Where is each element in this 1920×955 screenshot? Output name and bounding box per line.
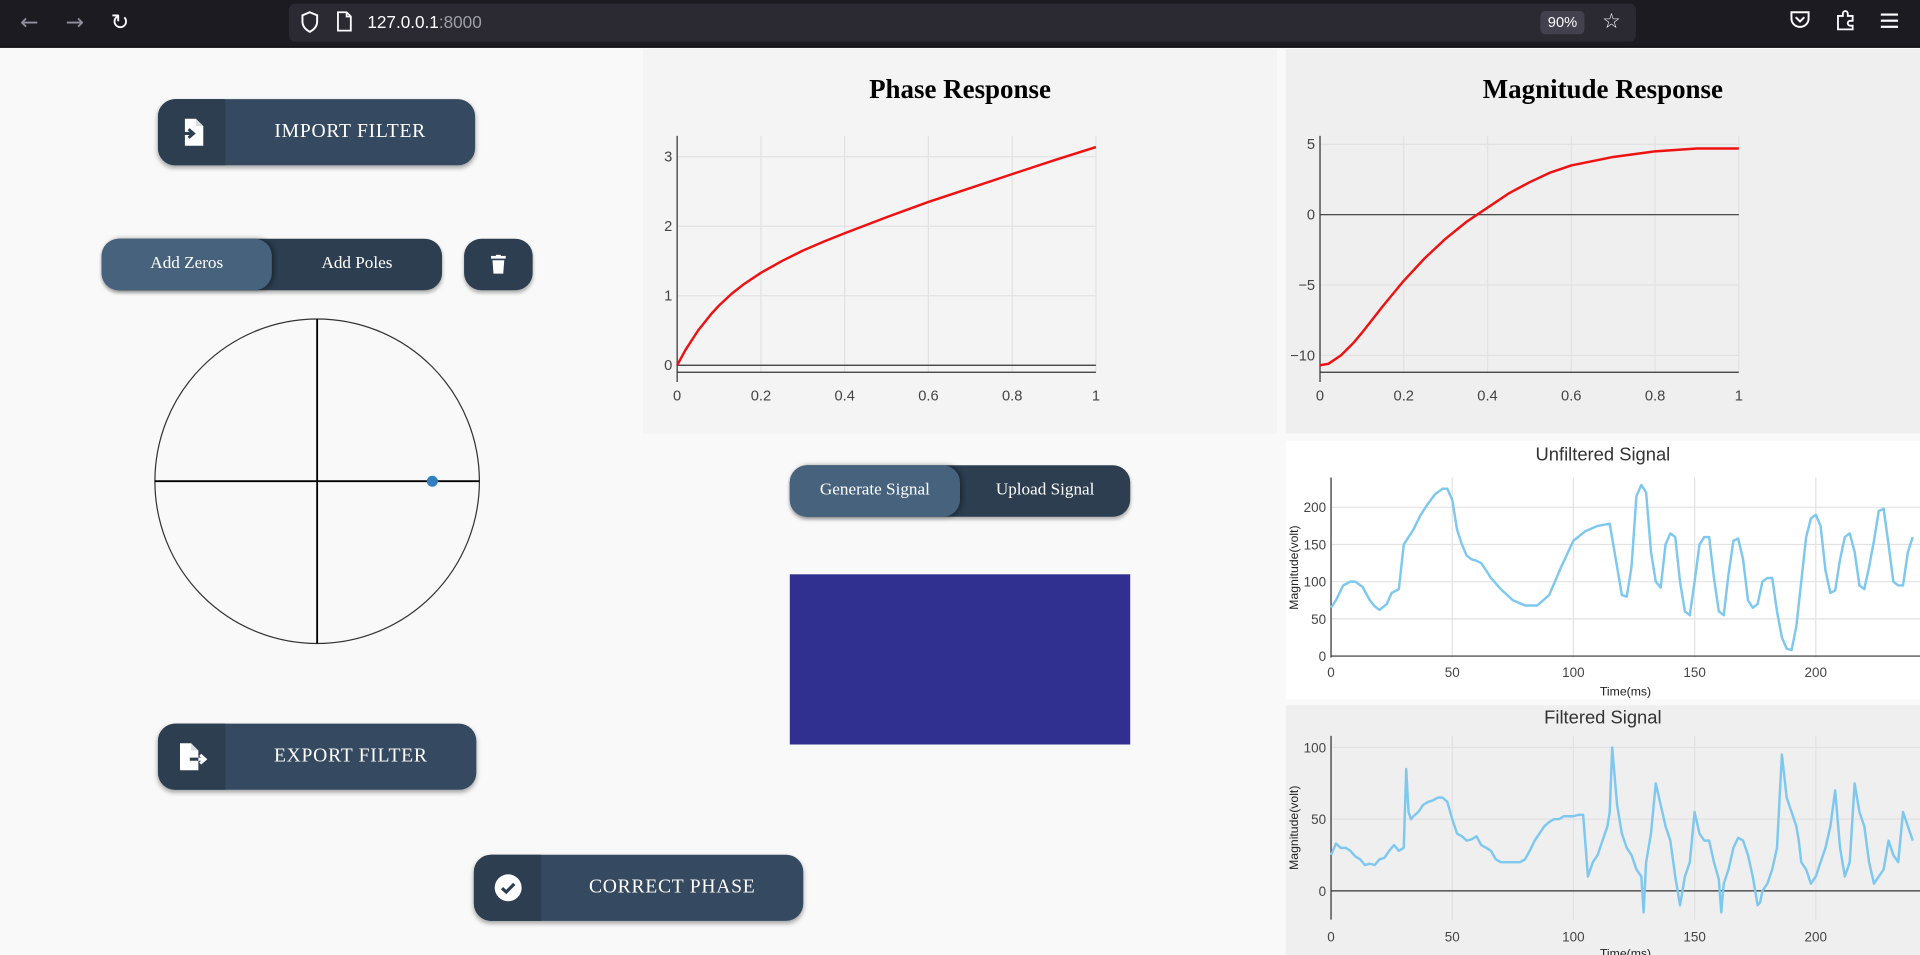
upload-signal-button[interactable]: Upload Signal: [960, 465, 1130, 516]
magnitude-ytick-label: 5: [1307, 137, 1315, 153]
signal-source-toggle: Generate Signal Upload Signal: [789, 465, 1131, 517]
phase-xtick-label: 0.4: [834, 388, 854, 404]
filtered-signal-chart[interactable]: 0 50 100 150 200 0 50 100 Time(ms) Magnitude(volt…: [1286, 705, 1920, 955]
unfiltered-ytick-label: 100: [1304, 575, 1326, 590]
export-filter-cap: [157, 723, 226, 790]
magnitude-xtick-label: 0.6: [1561, 388, 1581, 404]
back-icon[interactable]: ←: [15, 9, 44, 38]
file-import-icon: [158, 99, 225, 165]
export-filter-label: EXPORT FILTER: [273, 745, 428, 767]
phase-ytick-label: 3: [664, 150, 672, 166]
unfiltered-xtick-label: 200: [1805, 665, 1827, 680]
trash-icon: [491, 254, 506, 274]
page-icon[interactable]: [333, 11, 355, 33]
phase-xtick-label: 0.8: [1002, 388, 1022, 404]
unfiltered-xtick-label: 150: [1683, 665, 1705, 680]
filtered-ytick-label: 100: [1304, 740, 1326, 755]
magnitude-xtick-label: 0.4: [1477, 388, 1497, 404]
magnitude-series-line: [1319, 147, 1739, 367]
shield-icon[interactable]: [299, 11, 321, 33]
filtered-xtick-label: 100: [1562, 930, 1584, 945]
import-filter-button[interactable]: IMPORT FILTER: [157, 99, 476, 166]
browser-toolbar: ← → ↻ 127.0.0.1:8000 90% ☆: [0, 0, 1920, 48]
magnitude-xtick-label: 0.2: [1394, 388, 1414, 404]
filtered-xtick-label: 0: [1327, 930, 1334, 945]
filtered-xtick-label: 50: [1445, 930, 1460, 945]
unfiltered-ytick-label: 0: [1319, 649, 1326, 664]
url-text[interactable]: 127.0.0.1:8000: [367, 12, 481, 32]
correct-phase-button[interactable]: CORRECT PHASE: [473, 854, 804, 921]
unfiltered-signal-panel: Unfiltered Signal 0 50 100 150 200 0 50 100 150 2…: [1285, 440, 1920, 700]
correct-phase-label: CORRECT PHASE: [588, 876, 756, 898]
unfiltered-ytick-label: 200: [1304, 500, 1326, 515]
url-host: 127.0.0.1: [367, 12, 439, 32]
filtered-series-line: [1329, 746, 1914, 914]
signal-drawing-pad[interactable]: [789, 574, 1131, 745]
phase-ytick-label: 1: [664, 289, 672, 305]
magnitude-ytick-label: −10: [1290, 348, 1315, 364]
star-icon[interactable]: ☆: [1600, 11, 1622, 33]
filtered-ytick-label: 50: [1311, 812, 1326, 827]
generate-signal-button[interactable]: Generate Signal: [789, 465, 961, 517]
phase-xtick-label: 1: [1092, 388, 1100, 404]
filtered-signal-panel: Filtered Signal 0 50 100 150 200 0 50 100 Time(m…: [1285, 705, 1920, 955]
reload-icon[interactable]: ↻: [105, 9, 134, 38]
address-bar[interactable]: 127.0.0.1:8000 90% ☆: [288, 3, 1636, 42]
forward-icon[interactable]: →: [60, 9, 89, 38]
pole-marker-0[interactable]: [426, 475, 438, 487]
correct-phase-cap: [473, 854, 542, 921]
magnitude-xtick-label: 1: [1735, 388, 1743, 404]
filtered-ylabel: Magnitude(volt): [1287, 786, 1301, 870]
phase-series-line: [676, 145, 1097, 366]
extensions-icon[interactable]: [1831, 9, 1860, 38]
filtered-xtick-label: 150: [1683, 930, 1705, 945]
unfiltered-xtick-label: 50: [1445, 665, 1460, 680]
unfiltered-xtick-label: 100: [1562, 665, 1584, 680]
file-export-icon: [158, 724, 225, 790]
filtered-ytick-label: 0: [1319, 884, 1326, 899]
magnitude-xtick-label: 0.8: [1645, 388, 1665, 404]
magnitude-response-chart[interactable]: 0 0.2 0.4 0.6 0.8 1 −10 −5 0 5: [1286, 49, 1920, 433]
phase-ytick-label: 0: [664, 358, 672, 374]
unfiltered-series-line: [1330, 483, 1914, 652]
unfiltered-ytick-label: 50: [1311, 612, 1326, 627]
phase-response-panel: Phase Response 0 0.2 0.4 0.6 0.8 1 0 1 2 3: [642, 48, 1278, 434]
phase-xtick-label: 0.2: [751, 388, 771, 404]
delete-button[interactable]: [464, 238, 533, 291]
pocket-icon[interactable]: [1785, 9, 1814, 38]
url-port: :8000: [438, 12, 482, 32]
phase-xtick-label: 0: [673, 388, 681, 404]
export-filter-button[interactable]: EXPORT FILTER: [157, 723, 477, 790]
phase-xtick-label: 0.6: [918, 388, 938, 404]
magnitude-ytick-label: 0: [1307, 208, 1315, 224]
phase-response-chart[interactable]: 0 0.2 0.4 0.6 0.8 1 0 1 2 3: [643, 49, 1277, 433]
z-plane-unit-circle[interactable]: [147, 311, 487, 651]
filtered-xlabel: Time(ms): [1600, 947, 1651, 955]
import-filter-cap: [157, 99, 226, 166]
magnitude-xtick-label: 0: [1316, 388, 1324, 404]
phase-ytick-label: 2: [664, 219, 672, 235]
zoom-level-badge[interactable]: 90%: [1540, 11, 1585, 35]
zeros-poles-toggle: Add Zeros Add Poles: [101, 238, 443, 291]
unfiltered-xtick-label: 0: [1327, 665, 1334, 680]
add-poles-button[interactable]: Add Poles: [272, 239, 442, 290]
unfiltered-signal-chart[interactable]: 0 50 100 150 200 0 50 100 150 200 Time(ms) Magnitud…: [1286, 441, 1920, 699]
import-filter-label: IMPORT FILTER: [274, 121, 426, 143]
unfiltered-xlabel: Time(ms): [1600, 685, 1651, 699]
unfiltered-ytick-label: 150: [1304, 537, 1326, 552]
add-zeros-button[interactable]: Add Zeros: [101, 238, 272, 291]
magnitude-ytick-label: −5: [1298, 278, 1315, 294]
filtered-xtick-label: 200: [1805, 930, 1827, 945]
unfiltered-ylabel: Magnitude(volt): [1287, 525, 1301, 609]
magnitude-response-panel: Magnitude Response 0 0.2 0.4 0.6 0.8 1 −10 −5 0 5: [1285, 48, 1920, 434]
menu-icon[interactable]: [1875, 9, 1904, 38]
check-circle-icon: [474, 855, 541, 921]
